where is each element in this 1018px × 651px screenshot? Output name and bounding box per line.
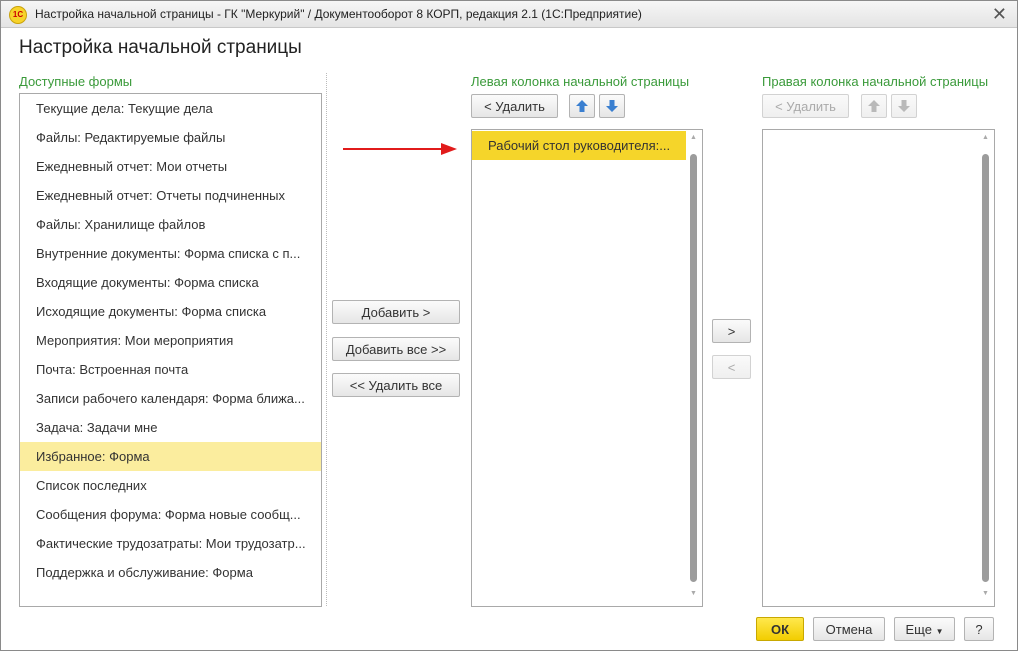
right-move-up-button[interactable] (861, 94, 887, 118)
scrollbar[interactable] (982, 154, 989, 582)
list-item[interactable]: Задача: Задачи мне (20, 413, 321, 442)
left-column-list[interactable]: Рабочий стол руководителя:... ▲ ▼ (471, 129, 703, 607)
list-item[interactable]: Сообщения форума: Форма новые сообщ... (20, 500, 321, 529)
chevron-down-icon: ▼ (935, 627, 944, 636)
arrow-down-icon (606, 100, 618, 112)
list-item[interactable]: Файлы: Хранилище файлов (20, 210, 321, 239)
separator (326, 73, 327, 606)
list-item[interactable]: Исходящие документы: Форма списка (20, 297, 321, 326)
list-item[interactable]: Входящие документы: Форма списка (20, 268, 321, 297)
available-forms-label: Доступные формы (19, 74, 133, 89)
list-item[interactable]: Файлы: Редактируемые файлы (20, 123, 321, 152)
arrow-up-icon (576, 100, 588, 112)
window-title: Настройка начальной страницы - ГК "Мерку… (35, 7, 642, 21)
arrow-down-icon (898, 100, 910, 112)
list-item[interactable]: Почта: Встроенная почта (20, 355, 321, 384)
left-column-label: Левая колонка начальной страницы (471, 74, 690, 89)
move-to-right-column-button[interactable]: > (712, 319, 751, 343)
add-button[interactable]: Добавить > (332, 300, 460, 324)
list-item[interactable]: Избранное: Форма (20, 442, 321, 471)
annotation-arrow-icon (343, 143, 457, 155)
cancel-button[interactable]: Отмена (813, 617, 885, 641)
right-move-down-button[interactable] (891, 94, 917, 118)
list-item[interactable]: Внутренние документы: Форма списка с п..… (20, 239, 321, 268)
list-item[interactable]: Ежедневный отчет: Мои отчеты (20, 152, 321, 181)
scroll-down-icon[interactable]: ▼ (690, 590, 697, 597)
close-icon[interactable]: ✕ (992, 4, 1007, 25)
right-column-list[interactable]: ▲ ▼ (762, 129, 995, 607)
app-logo-icon: 1С (9, 6, 27, 24)
help-button[interactable]: ? (964, 617, 994, 641)
left-move-up-button[interactable] (569, 94, 595, 118)
left-move-down-button[interactable] (599, 94, 625, 118)
list-item[interactable]: Ежедневный отчет: Отчеты подчиненных (20, 181, 321, 210)
title-bar: 1С Настройка начальной страницы - ГК "Ме… (1, 1, 1017, 28)
available-forms-list[interactable]: Текущие дела: Текущие дела Файлы: Редакти… (19, 93, 322, 607)
remove-all-button[interactable]: << Удалить все (332, 373, 460, 397)
ok-button[interactable]: ОК (756, 617, 804, 641)
scroll-up-icon[interactable]: ▲ (690, 134, 697, 141)
scroll-up-icon[interactable]: ▲ (982, 134, 989, 141)
right-column-label: Правая колонка начальной страницы (762, 74, 989, 89)
list-item[interactable]: Рабочий стол руководителя:... (472, 131, 686, 160)
add-all-button[interactable]: Добавить все >> (332, 337, 460, 361)
scroll-down-icon[interactable]: ▼ (982, 590, 989, 597)
move-to-left-column-button[interactable]: < (712, 355, 751, 379)
list-item[interactable]: Текущие дела: Текущие дела (20, 94, 321, 123)
list-item[interactable]: Мероприятия: Мои мероприятия (20, 326, 321, 355)
settings-window: 1С Настройка начальной страницы - ГК "Ме… (0, 0, 1018, 651)
arrow-up-icon (868, 100, 880, 112)
more-label: Еще (905, 622, 932, 637)
list-item[interactable]: Поддержка и обслуживание: Форма (20, 558, 321, 587)
list-item[interactable]: Список последних (20, 471, 321, 500)
more-button[interactable]: Еще ▼ (894, 617, 955, 641)
scrollbar[interactable] (690, 154, 697, 582)
list-item[interactable]: Записи рабочего календаря: Форма ближа..… (20, 384, 321, 413)
page-title: Настройка начальной страницы (19, 37, 302, 58)
right-remove-button[interactable]: < Удалить (762, 94, 849, 118)
left-remove-button[interactable]: < Удалить (471, 94, 558, 118)
list-item[interactable]: Фактические трудозатраты: Мои трудозатр.… (20, 529, 321, 558)
